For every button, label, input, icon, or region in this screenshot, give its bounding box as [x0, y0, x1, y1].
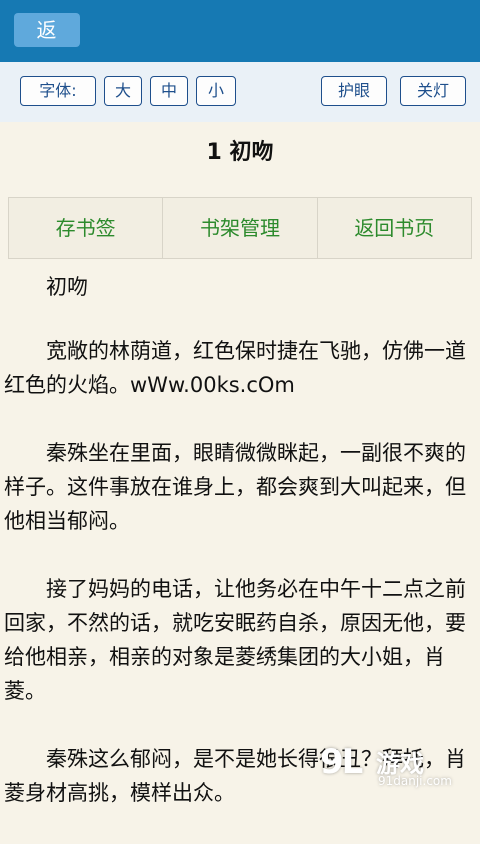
- watermark-url: 91danji.com: [378, 774, 452, 788]
- paragraph: 初吻: [46, 275, 88, 299]
- font-small-button[interactable]: 小: [196, 76, 236, 106]
- paragraph: 接了妈妈的电话，让他务必在中午十二点之前回家，不然的话，就吃安眠药自杀，原因无他…: [4, 577, 466, 703]
- back-button[interactable]: 返回: [14, 13, 80, 47]
- back-button-label: 返回: [36, 18, 58, 47]
- eye-care-button[interactable]: 护眼: [321, 76, 387, 106]
- font-medium-button[interactable]: 中: [150, 76, 188, 106]
- chapter-title: 1 初吻: [206, 140, 274, 165]
- shelf-manage-button[interactable]: 书架管理: [163, 197, 318, 259]
- back-to-book-button[interactable]: 返回书页: [317, 197, 472, 259]
- font-size-label: 字体:: [20, 76, 96, 106]
- lights-off-button[interactable]: 关灯: [400, 76, 466, 106]
- chapter-nav: 存书签 书架管理 返回书页: [8, 197, 472, 259]
- top-bar: 返回: [0, 0, 480, 62]
- font-large-button[interactable]: 大: [104, 76, 142, 106]
- reader-toolbar: 字体: 大 中 小 护眼 关灯: [0, 62, 480, 122]
- paragraph: 宽敞的林荫道，红色保时捷在飞驰，仿佛一道红色的火焰。wWw.00ks.cOm: [4, 339, 466, 397]
- bookmark-button[interactable]: 存书签: [8, 197, 164, 259]
- site-watermark: 9L 游戏 91danji.com: [314, 740, 474, 792]
- watermark-logo: 9L: [320, 742, 363, 782]
- paragraph: 秦殊坐在里面，眼睛微微眯起，一副很不爽的样子。这件事放在谁身上，都会爽到大叫起来…: [4, 441, 466, 533]
